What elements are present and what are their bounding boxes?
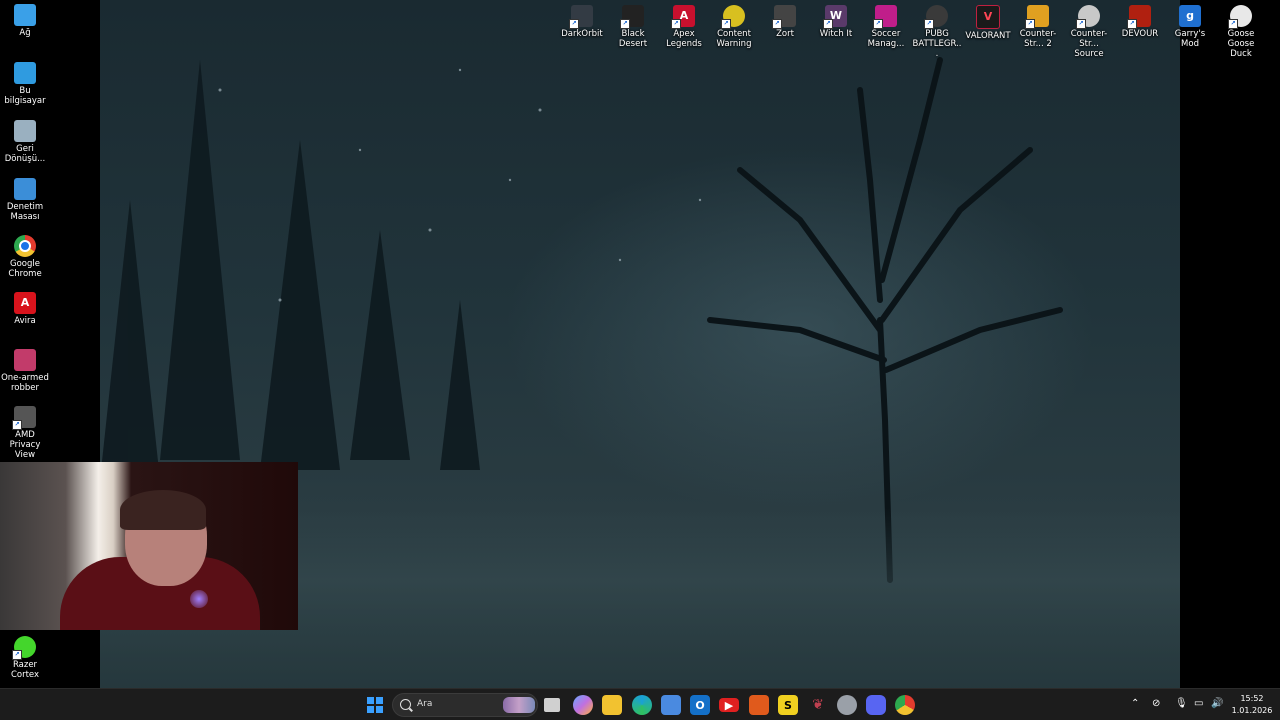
- desktop-icon-witch-it[interactable]: W ↗ Witch It: [811, 5, 861, 39]
- amd-privacy-icon: ↗: [12, 406, 36, 430]
- desktop-icon-soccer-manager[interactable]: ↗ Soccer Manag...: [861, 5, 911, 49]
- zort-icon: ↗: [772, 5, 796, 29]
- avira-icon: A: [14, 292, 36, 314]
- content-warning-icon: ↗: [721, 5, 745, 29]
- recycle-bin-icon: [14, 120, 36, 142]
- pubg-icon: ↗: [924, 5, 948, 29]
- taskbar-chrome-icon[interactable]: [895, 695, 915, 715]
- clock-time: 15:52: [1240, 694, 1264, 703]
- file-explorer-icon[interactable]: [602, 695, 622, 715]
- razer-cortex-icon: ↗: [12, 636, 36, 660]
- desktop-icon-garrys-mod[interactable]: g Garry's Mod: [1165, 5, 1215, 49]
- edge-icon[interactable]: [632, 695, 652, 715]
- desktop-icon-chrome[interactable]: Google Chrome: [0, 235, 50, 279]
- search-placeholder: Ara: [417, 699, 433, 709]
- task-view-icon[interactable]: [544, 698, 560, 712]
- windows-start-icon: [367, 697, 383, 713]
- desktop-icon-black-desert[interactable]: ↗ Black Desert: [608, 5, 658, 49]
- office-icon[interactable]: [749, 695, 769, 715]
- desktop-icon-razer-cortex[interactable]: ↗ Razer Cortex: [0, 636, 50, 680]
- network-icon: [14, 4, 36, 26]
- desktop-icon-pubg[interactable]: ↗ PUBG BATTLEGR...: [912, 5, 962, 59]
- webcam-light: [190, 590, 208, 608]
- discord-icon[interactable]: [866, 695, 886, 715]
- witch-it-icon: W ↗: [823, 5, 847, 29]
- valorant-icon: V: [976, 5, 1000, 29]
- garrys-mod-icon: g: [1179, 5, 1201, 27]
- steam-helper-icon[interactable]: [837, 695, 857, 715]
- start-button[interactable]: [365, 695, 385, 715]
- desktop-icon-zort[interactable]: ↗ Zort: [760, 5, 810, 39]
- desktop-icon-one-armed-robber[interactable]: One-armed robber: [0, 349, 50, 393]
- chrome-icon: [14, 235, 36, 257]
- control-panel-icon: [14, 178, 36, 200]
- webcam-overlay: [0, 462, 298, 630]
- computer-icon: [14, 62, 36, 84]
- devour-icon: ↗: [1127, 5, 1151, 29]
- desktop-icon-network[interactable]: Ağ: [0, 4, 50, 38]
- desktop-icon-devour[interactable]: ↗ DEVOUR: [1115, 5, 1165, 39]
- desktop-icon-counter-strike-source[interactable]: ↗ Counter-Str... Source: [1064, 5, 1114, 59]
- desktop-icon-goose-goose-duck[interactable]: ↗ Goose Goose Duck: [1216, 5, 1266, 59]
- tray-overflow-chevron-icon[interactable]: ⌃: [1131, 698, 1139, 709]
- youtube-icon[interactable]: ▶: [719, 698, 739, 712]
- desktop-icon-control-panel[interactable]: Denetim Masası: [0, 178, 50, 222]
- outlook-icon[interactable]: O: [690, 695, 710, 715]
- desktop-icon-content-warning[interactable]: ↗ Content Warning: [709, 5, 759, 49]
- s-app-icon[interactable]: S: [778, 695, 798, 715]
- microphone-icon[interactable]: 🎙: [1175, 698, 1188, 709]
- slot-machine-icon: [14, 349, 36, 371]
- volume-icon[interactable]: 🔊: [1211, 698, 1223, 709]
- store-icon[interactable]: [661, 695, 681, 715]
- taskbar-search-box[interactable]: Ara: [392, 693, 538, 717]
- cs2-icon: ↗: [1025, 5, 1049, 29]
- taskbar-clock[interactable]: 15:52 1.01.2026: [1228, 693, 1276, 717]
- desktop-icon-recycle-bin[interactable]: Geri Dönüşü...: [0, 120, 50, 164]
- network-off-icon[interactable]: ⊘: [1152, 698, 1160, 709]
- soccer-manager-icon: ↗: [873, 5, 897, 29]
- desktop-icon-amd-privacy-view[interactable]: ↗ AMD Privacy View: [0, 406, 50, 460]
- right-black-bar: [1180, 0, 1280, 688]
- desktop-icon-counter-strike-2[interactable]: ↗ Counter-Str... 2: [1013, 5, 1063, 49]
- goose-goose-duck-icon: ↗: [1228, 5, 1252, 29]
- desktop-icon-darkorbit[interactable]: ↗ DarkOrbit: [557, 5, 607, 39]
- desktop-icon-this-pc[interactable]: Bu bilgisayar: [0, 62, 50, 106]
- css-icon: ↗: [1076, 5, 1100, 29]
- taskbar: Ara O ▶ S ❦ ⌃ ⊘ 🎙 ▭ 🔊 15:52 1.01.2026: [0, 688, 1280, 720]
- black-desert-icon: ↗: [620, 5, 644, 29]
- desktop-icon-valorant[interactable]: V VALORANT: [963, 5, 1013, 41]
- apex-icon: A ↗: [671, 5, 695, 29]
- feather-app-icon[interactable]: ❦: [808, 695, 828, 715]
- darkorbit-icon: ↗: [569, 5, 593, 29]
- webcam-person-hair: [120, 490, 206, 530]
- copilot-icon[interactable]: [573, 695, 593, 715]
- clock-date: 1.01.2026: [1231, 706, 1273, 715]
- search-highlight-art: [503, 697, 535, 713]
- search-icon: [400, 699, 411, 710]
- desktop-icon-avira[interactable]: A Avira: [0, 292, 50, 326]
- display-icon[interactable]: ▭: [1194, 698, 1203, 709]
- desktop-icon-apex-legends[interactable]: A ↗ Apex Legends: [659, 5, 709, 49]
